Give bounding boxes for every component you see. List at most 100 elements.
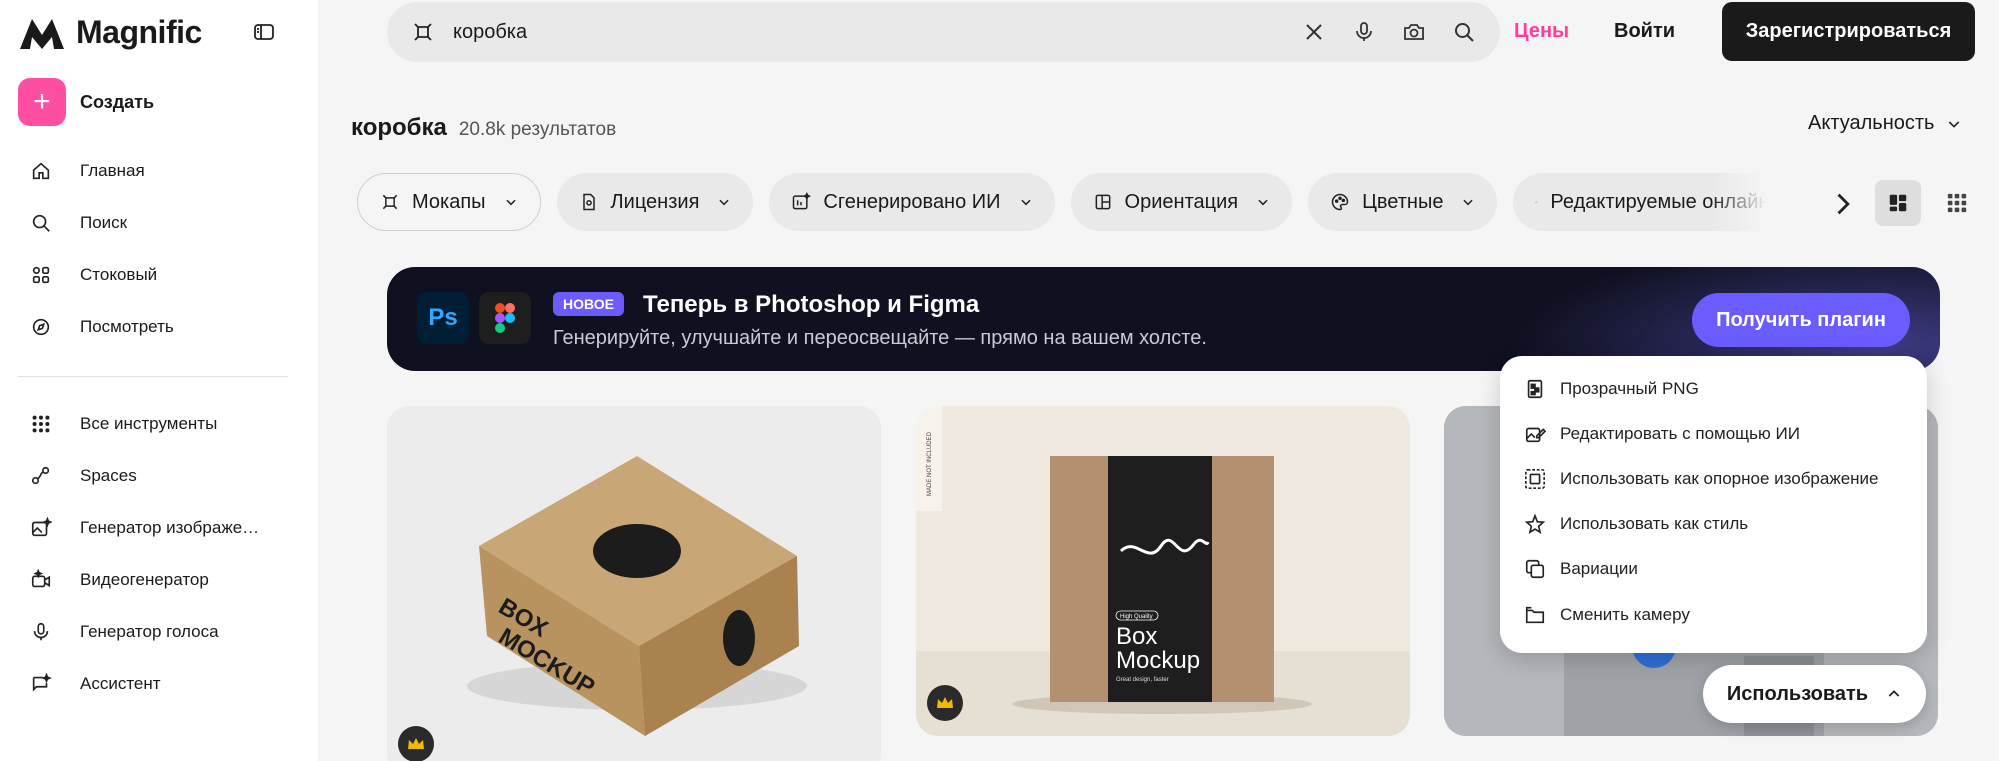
search-input[interactable]: коробка: [453, 21, 1302, 44]
close-icon[interactable]: [1302, 20, 1326, 44]
view-grid-button[interactable]: [1875, 180, 1921, 226]
sidebar-item-assistant[interactable]: Ассистент: [18, 658, 298, 710]
card-title-1: Box: [1116, 623, 1157, 650]
card-caption: Great design, faster: [1116, 677, 1169, 683]
chevron-up-icon: [1888, 690, 1900, 697]
filter-ai-generated[interactable]: Сгенерировано ИИ: [769, 173, 1055, 231]
create-label: Создать: [80, 91, 155, 112]
box-mockup-image: MADE NOT INCLUDED High Quality Box Mocku…: [916, 406, 1410, 736]
create-button[interactable]: + Создать: [18, 78, 154, 126]
sidebar-item-voice-generator[interactable]: Генератор голоса: [18, 606, 298, 658]
chevron-right-icon[interactable]: [1828, 190, 1856, 218]
sidebar-item-label: Посмотреть: [80, 317, 174, 336]
chevron-down-icon: [1258, 199, 1268, 206]
sidebar-item-label: Стоковый: [80, 265, 158, 284]
sidebar-item-label: Видеогенератор: [80, 570, 209, 589]
prices-link[interactable]: Цены: [1514, 20, 1569, 43]
get-plugin-button[interactable]: Получить плагин: [1692, 293, 1910, 347]
result-card[interactable]: MADE NOT INCLUDED High Quality Box Mocku…: [916, 406, 1410, 736]
chevron-down-icon: [1463, 199, 1474, 206]
sort-dropdown[interactable]: Актуальность: [1808, 112, 1962, 135]
filter-orientation[interactable]: Ориентация: [1070, 173, 1293, 231]
logo[interactable]: Magnific: [18, 14, 202, 51]
view-compact-button[interactable]: [1934, 180, 1980, 226]
sidebar-divider: [18, 376, 288, 377]
sidebar-item-label: Поиск: [80, 213, 128, 232]
ai-edit-icon: [1525, 427, 1546, 442]
sidebar-item-spaces[interactable]: Spaces: [18, 450, 298, 502]
menu-item-reference-image[interactable]: Использовать как опорное изображение: [1500, 456, 1927, 501]
figma-icon: [495, 303, 515, 333]
mockup-icon: [414, 23, 432, 41]
sidebar-item-label: Все инструменты: [80, 414, 218, 433]
compact-grid-icon: [1947, 193, 1967, 213]
mockup-icon: [382, 194, 398, 210]
menu-item-label: Редактировать с помощью ИИ: [1560, 423, 1800, 443]
premium-crown-icon: [927, 685, 963, 721]
side-label: MADE NOT INCLUDED: [927, 431, 933, 496]
chevron-down-icon: [1020, 199, 1031, 206]
figma-logo: [479, 292, 531, 344]
sidebar-item-all-tools[interactable]: Все инструменты: [18, 398, 298, 450]
sidebar-item-image-generator[interactable]: Генератор изображе…: [18, 502, 298, 554]
microphone-icon: [33, 622, 49, 641]
grid-view-icon: [1889, 194, 1907, 212]
menu-item-label: Использовать как стиль: [1560, 514, 1749, 534]
results-header: коробка 20.8k результатов: [351, 114, 616, 142]
filter-editable-online[interactable]: Редактируемые онлайн: [1513, 173, 1792, 231]
sidebar-item-home[interactable]: Главная: [18, 145, 298, 197]
brand-name: Magnific: [76, 14, 202, 50]
license-icon: [582, 193, 595, 211]
results-count: 20.8k результатов: [458, 119, 617, 140]
search-bar[interactable]: коробка: [387, 2, 1500, 62]
explore-icon: [32, 318, 50, 336]
filter-mockups[interactable]: Мокапы: [357, 173, 541, 231]
sidebar-item-search[interactable]: Поиск: [18, 197, 298, 249]
sidebar-item-label: Главная: [80, 161, 145, 180]
filter-license[interactable]: Лицензия: [556, 173, 754, 231]
orientation-icon: [1095, 194, 1110, 210]
menu-item-change-camera[interactable]: Сменить камеру: [1500, 592, 1927, 637]
sidebar-item-explore[interactable]: Посмотреть: [18, 301, 298, 353]
sort-label: Актуальность: [1808, 112, 1935, 134]
menu-item-label: Использовать как опорное изображение: [1560, 468, 1879, 488]
filter-bar: Мокапы Лицензия Сгенерировано ИИ Ориента…: [357, 173, 1792, 231]
result-card[interactable]: BOX MOCKUP: [387, 406, 881, 761]
stock-grid-icon: [32, 266, 50, 284]
menu-item-use-as-style[interactable]: Использовать как стиль: [1500, 502, 1927, 547]
style-star-icon: [1524, 513, 1546, 535]
card-title-2: Mockup: [1116, 647, 1200, 674]
login-link[interactable]: Войти: [1614, 20, 1675, 43]
chevron-down-icon: [1949, 120, 1960, 128]
use-options-menu: Прозрачный PNG Редактировать с помощью И…: [1500, 356, 1927, 653]
search-icon[interactable]: [1452, 20, 1476, 44]
menu-item-transparent-png[interactable]: Прозрачный PNG: [1500, 366, 1927, 411]
sidebar-item-video-generator[interactable]: Видеогенератор: [18, 554, 298, 606]
new-badge: НОВОЕ: [553, 292, 624, 316]
photoshop-logo: Ps: [417, 292, 469, 344]
menu-item-label: Сменить камеру: [1560, 604, 1690, 624]
sidebar-item-label: Spaces: [80, 466, 137, 485]
filter-colors[interactable]: Цветные: [1308, 173, 1498, 231]
register-button[interactable]: Зарегистрироваться: [1722, 2, 1975, 61]
sidebar-collapse-icon[interactable]: [252, 20, 276, 44]
menu-item-ai-edit[interactable]: Редактировать с помощью ИИ: [1500, 411, 1927, 456]
results-query: коробка: [351, 114, 447, 141]
sidebar-item-stock[interactable]: Стоковый: [18, 249, 298, 301]
use-button[interactable]: Использовать: [1703, 665, 1926, 723]
filter-label: Мокапы: [412, 190, 486, 213]
camera-change-icon: [1525, 606, 1545, 623]
ai-generated-icon: [793, 192, 812, 210]
chevron-down-icon: [719, 199, 730, 206]
palette-icon: [1331, 193, 1349, 211]
camera-icon[interactable]: [1402, 20, 1426, 44]
banner-subtitle: Генерируйте, улучшайте и переосвещайте —…: [553, 327, 1207, 349]
microphone-icon[interactable]: [1352, 20, 1376, 44]
transparent-png-icon: [1527, 379, 1543, 398]
sidebar-item-label: Генератор голоса: [80, 622, 219, 641]
premium-crown-icon: [398, 726, 434, 761]
apps-grid-icon: [32, 415, 50, 433]
filter-label: Цветные: [1362, 190, 1444, 213]
menu-item-variations[interactable]: Вариации: [1500, 547, 1927, 592]
sidebar: Magnific + Создать Главная Поиск Стоковы…: [0, 0, 318, 761]
